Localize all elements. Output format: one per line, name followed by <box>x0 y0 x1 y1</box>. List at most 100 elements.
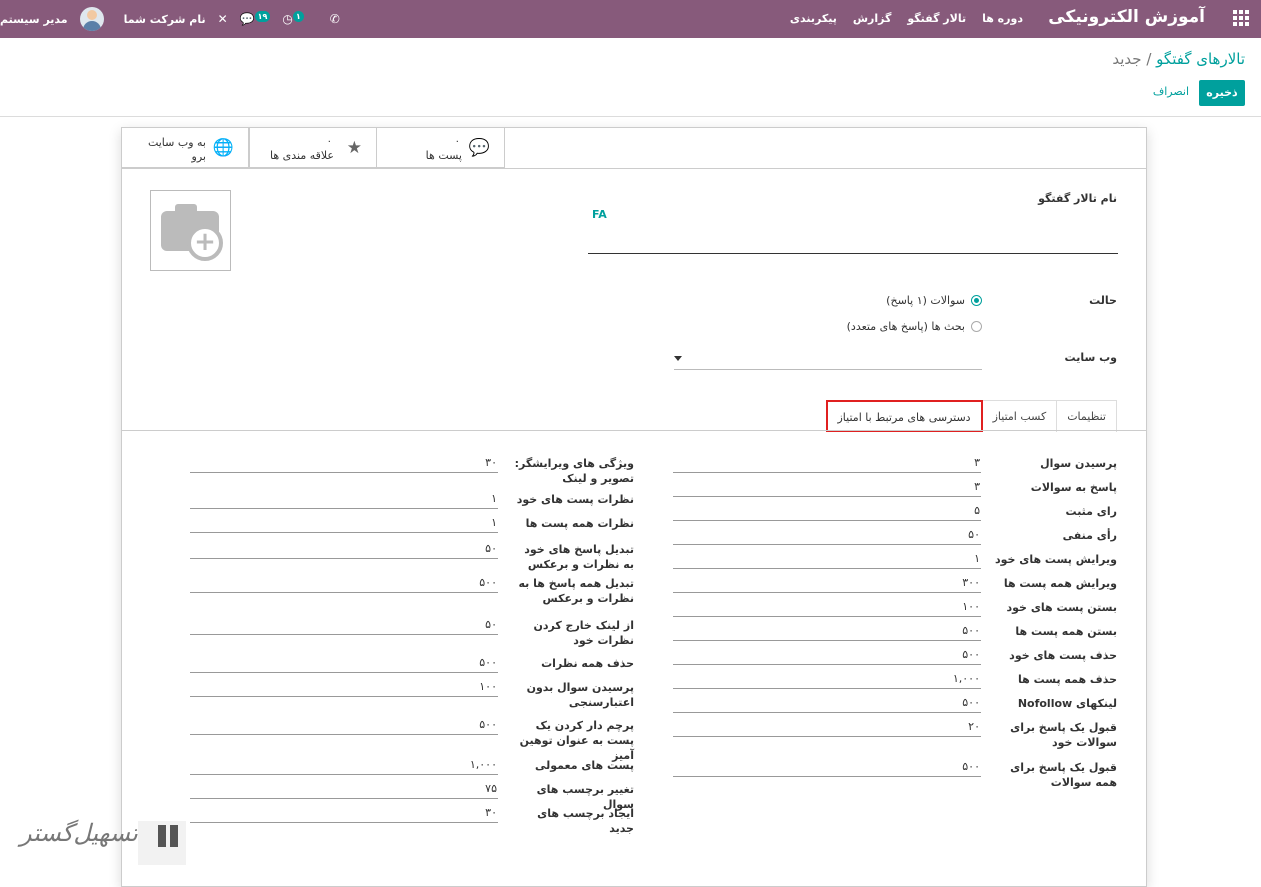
watermark-logo: تسهیل‌گستر <box>20 815 186 865</box>
karma-right-label: رای مثبت <box>1065 505 1117 518</box>
top-navbar: آموزش الکترونیکی دوره ها تالار گفتگو گزا… <box>0 0 1261 38</box>
karma-right-label: حذف همه پست ها <box>1018 673 1117 686</box>
forum-image-upload[interactable]: + <box>150 190 231 271</box>
language-tag[interactable]: FA <box>592 208 607 221</box>
karma-right-value[interactable]: ۱,۰۰۰ <box>673 669 981 689</box>
tab-karma-privileges[interactable]: دسترسی های مرتبط با امتیاز <box>825 400 983 432</box>
karma-right-value[interactable]: ۳۰۰ <box>673 573 981 593</box>
karma-left-label: تبدیل پاسخ های خود به نظرات و برعکس <box>524 543 634 571</box>
menu-item-reporting[interactable]: گزارش <box>853 12 892 25</box>
stat-row-divider <box>122 168 1146 169</box>
breadcrumb: تالارهای گفتگو / جدید <box>1112 50 1245 68</box>
menu-item-forum[interactable]: تالار گفتگو <box>907 12 966 25</box>
globe-icon: 🌐 <box>212 138 234 158</box>
karma-left-label: نظرات پست های خود <box>516 493 634 506</box>
chevron-down-icon <box>674 356 682 361</box>
star-icon: ★ <box>346 138 362 158</box>
website-label-line2: برو <box>191 150 206 163</box>
mode-label: حالت <box>1089 294 1117 307</box>
karma-left-value[interactable]: ۵۰ <box>190 539 498 559</box>
karma-left-value[interactable]: ۵۰۰ <box>190 715 498 735</box>
activities-badge: ۱ <box>292 11 304 22</box>
comments-icon: 💬 <box>468 138 490 158</box>
karma-left-label: تبدیل همه پاسخ ها به نظرات و برعکس <box>518 577 634 605</box>
karma-right-value[interactable]: ۱ <box>673 549 981 569</box>
posts-count: ۰ <box>454 136 460 147</box>
save-button[interactable]: ذخیره <box>1199 80 1245 106</box>
karma-left-label: پست های معمولی <box>534 759 634 772</box>
messages-icon[interactable]: 💬 ۱۹ <box>240 11 271 26</box>
mode-discussions-radio[interactable]: بحث ها (پاسخ های متعدد) <box>847 320 982 333</box>
karma-right-value[interactable]: ۱۰۰ <box>673 597 981 617</box>
karma-right-value[interactable]: ۵۰۰ <box>673 757 981 777</box>
karma-left-value[interactable]: ۱ <box>190 489 498 509</box>
karma-left-label: پرسیدن سوال بدون اعتبارسنجی <box>526 681 634 709</box>
discard-button[interactable]: انصراف <box>1153 85 1189 98</box>
company-switcher[interactable]: نام شرکت شما <box>124 13 206 26</box>
karma-left-value[interactable]: ۱ <box>190 513 498 533</box>
forum-name-label: نام تالار گفتگو <box>1038 192 1117 205</box>
apps-menu-icon[interactable] <box>1233 10 1249 26</box>
karma-right-value[interactable]: ۵ <box>673 501 981 521</box>
karma-right-label: ویرایش پست های خود <box>994 553 1117 566</box>
main-menu: دوره ها تالار گفتگو گزارش پیکربندی <box>790 12 1023 25</box>
karma-left-value[interactable]: ۳۰ <box>190 803 498 823</box>
karma-right-label: ویرایش همه پست ها <box>1003 577 1117 590</box>
karma-left-value[interactable]: ۵۰۰ <box>190 653 498 673</box>
karma-left-value[interactable]: ۷۵ <box>190 779 498 799</box>
karma-right-value[interactable]: ۵۰۰ <box>673 693 981 713</box>
tab-settings[interactable]: تنظیمات <box>1056 400 1117 432</box>
karma-left-label: نظرات همه پست ها <box>525 517 634 530</box>
mode-discussions-label: بحث ها (پاسخ های متعدد) <box>846 320 965 333</box>
favorites-label: علاقه مندی ها <box>269 149 334 162</box>
karma-right-value[interactable]: ۲۰ <box>673 717 981 737</box>
favorites-count: ۰ <box>326 136 332 147</box>
karma-left-value[interactable]: ۵۰۰ <box>190 573 498 593</box>
forum-name-input[interactable] <box>588 228 1118 254</box>
activities-icon[interactable]: ◷ ۱ <box>282 11 304 26</box>
karma-left-value[interactable]: ۱,۰۰۰ <box>190 755 498 775</box>
posts-label: پست ها <box>425 149 462 162</box>
karma-left-value[interactable]: ۱۰۰ <box>190 677 498 697</box>
radio-unselected-icon <box>971 321 982 332</box>
karma-left-label: حذف همه نظرات <box>541 657 634 670</box>
messages-badge: ۱۹ <box>254 11 271 22</box>
tabs-divider <box>122 430 1146 431</box>
add-icon: + <box>187 225 223 261</box>
phone-icon[interactable]: ✆ <box>330 12 340 26</box>
karma-right-label: قبول یک پاسخ برای همه سوالات <box>1010 761 1117 789</box>
karma-left-value[interactable]: ۳۰ <box>190 453 498 473</box>
menu-item-courses[interactable]: دوره ها <box>982 12 1023 25</box>
radio-selected-icon <box>971 295 982 306</box>
notebook-tabs: تنظیمات کسب امتیاز دسترسی های مرتبط با ا… <box>825 400 1117 432</box>
website-select[interactable] <box>674 348 982 370</box>
breadcrumb-forums-link[interactable]: تالارهای گفتگو <box>1156 50 1245 68</box>
systray: مدیر سیستم نام شرکت شما ✕ 💬 ۱۹ ◷ ۱ ✆ <box>0 6 340 32</box>
website-label-line1: به وب سایت <box>147 136 206 149</box>
karma-right-value[interactable]: ۳ <box>673 453 981 473</box>
karma-left-value[interactable]: ۵۰ <box>190 615 498 635</box>
user-avatar[interactable] <box>79 7 104 31</box>
karma-right-value[interactable]: ۵۰۰ <box>673 645 981 665</box>
karma-right-value[interactable]: ۵۰۰ <box>673 621 981 641</box>
karma-left-label: ایجاد برچسب های جدید <box>537 807 634 835</box>
user-name[interactable]: مدیر سیستم <box>0 13 68 26</box>
go-to-website-button[interactable]: 🌐 به وب سایت برو <box>121 128 249 168</box>
karma-right-label: لینکهای Nofollow <box>1017 697 1117 710</box>
menu-item-configuration[interactable]: پیکربندی <box>790 12 837 25</box>
karma-right-label: حذف پست های خود <box>1009 649 1117 662</box>
karma-right-label: پرسیدن سوال <box>1040 457 1117 470</box>
tab-karma-gain[interactable]: کسب امتیاز <box>981 400 1058 432</box>
debug-tools-icon[interactable]: ✕ <box>218 12 228 26</box>
app-brand[interactable]: آموزش الکترونیکی <box>1048 7 1205 27</box>
form-sheet: 💬 ۰ پست ها ★ ۰ علاقه مندی ها 🌐 به وب سای… <box>121 127 1147 887</box>
karma-right-value[interactable]: ۵۰ <box>673 525 981 545</box>
mode-questions-radio[interactable]: سوالات (۱ پاسخ) <box>886 294 982 307</box>
karma-left-label: از لینک خارج کردن نظرات خود <box>533 619 634 647</box>
karma-right-value[interactable]: ۳ <box>673 477 981 497</box>
karma-left-label: ویژگی های ویرایشگر: تصویر و لینک <box>514 457 634 485</box>
karma-right-label: پاسخ به سوالات <box>1030 481 1117 494</box>
control-panel-divider <box>0 116 1261 117</box>
watermark-bars-icon <box>158 825 180 847</box>
favorites-stat-button[interactable]: ★ ۰ علاقه مندی ها <box>249 128 377 168</box>
